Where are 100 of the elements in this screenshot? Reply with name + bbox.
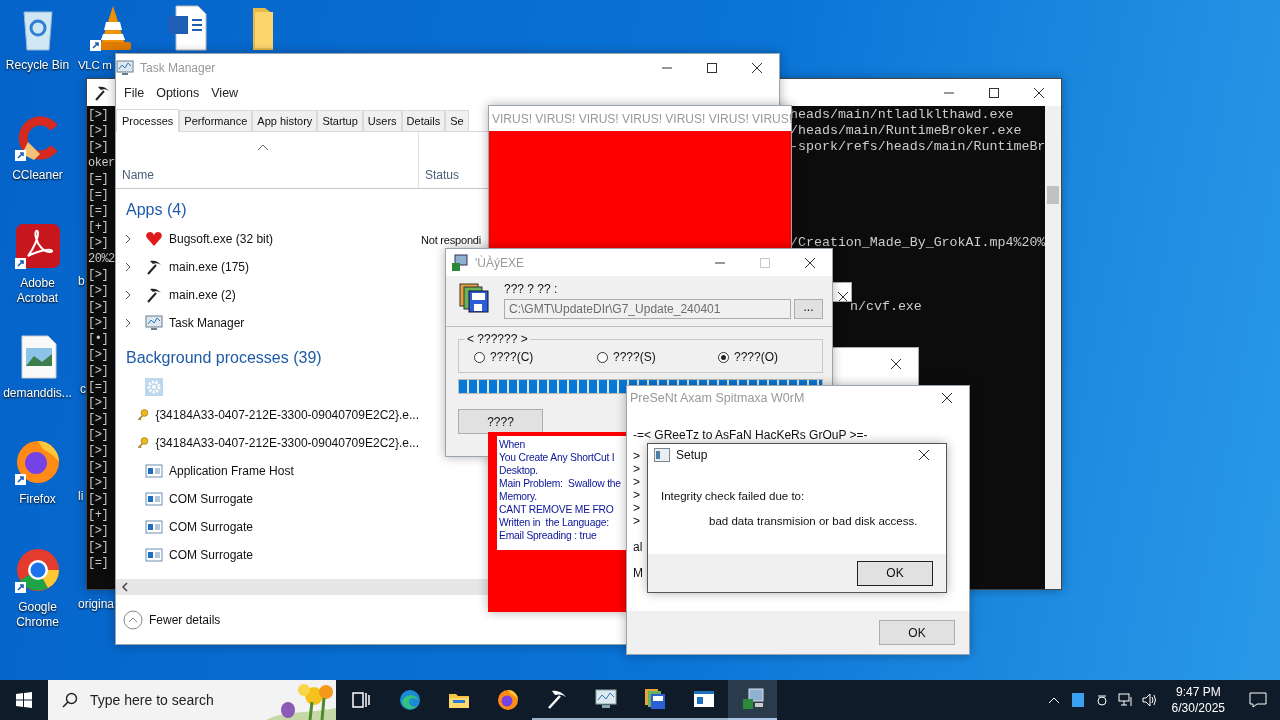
scrollbar[interactable] xyxy=(1045,106,1061,589)
console-text: [>] xyxy=(87,460,109,474)
tab[interactable]: App history xyxy=(252,110,318,131)
clock-time[interactable]: 9:47 PM xyxy=(1175,684,1221,700)
window-icon xyxy=(145,490,163,508)
console-text: [>] xyxy=(87,364,109,378)
error-message: Integrity check failed due to: xyxy=(661,490,806,502)
message-line: > xyxy=(633,489,640,502)
icon-label: Firefox xyxy=(18,492,57,507)
console-text: [>] xyxy=(87,284,109,298)
close-icon[interactable] xyxy=(1033,87,1044,98)
icon-label: li xyxy=(78,489,84,503)
close-icon[interactable] xyxy=(918,450,929,460)
console-text: [>] xyxy=(87,108,109,122)
process-name: Application Frame Host xyxy=(169,464,294,478)
chevron-icon[interactable] xyxy=(125,290,131,300)
window-icon xyxy=(145,518,163,536)
tray-app-icon[interactable] xyxy=(1094,693,1109,707)
menu-item[interactable]: File xyxy=(118,86,151,100)
close-icon[interactable] xyxy=(837,291,848,301)
console-text: [>] xyxy=(87,396,109,410)
path-field[interactable]: C:\GMT\UpdateDIr\G7_Update_240401 xyxy=(504,299,791,319)
close-icon[interactable] xyxy=(751,62,762,73)
tab[interactable]: Startup xyxy=(317,110,363,131)
window-title: PreSeNt Axam Spitmaxa W0rM xyxy=(630,391,805,405)
pdf-app-icon[interactable] xyxy=(13,222,62,270)
radio-button[interactable]: ????(O) xyxy=(718,350,779,364)
icon-label: demanddis... xyxy=(2,386,73,401)
column-header[interactable]: Name xyxy=(122,168,418,182)
virus-text: You Create Any ShortCut I xyxy=(499,451,616,464)
message-line: > xyxy=(633,515,640,528)
process-name: main.exe (2) xyxy=(169,288,236,302)
ok-button[interactable]: OK xyxy=(857,560,933,586)
network-icon[interactable] xyxy=(1117,693,1134,707)
process-name: COM Surrogate xyxy=(169,548,254,562)
ok-button[interactable]: OK xyxy=(879,620,955,645)
console-text: [>] xyxy=(87,236,109,250)
volume-icon[interactable] xyxy=(1141,693,1158,707)
close-icon[interactable] xyxy=(804,257,815,268)
tab[interactable]: Users xyxy=(362,110,402,131)
chevron-up-icon[interactable] xyxy=(1047,696,1060,704)
window-title: Setup xyxy=(676,448,708,462)
maximize-icon[interactable] xyxy=(988,87,999,98)
maximize-icon[interactable] xyxy=(706,62,717,73)
console-text: [+] xyxy=(87,508,109,522)
tab[interactable]: Processes xyxy=(116,109,180,132)
chevron-icon[interactable] xyxy=(125,262,131,272)
console-text: [=] xyxy=(87,204,109,218)
tab[interactable]: Performance xyxy=(179,110,253,131)
notifications-icon[interactable] xyxy=(1248,692,1267,708)
search-icon xyxy=(62,692,78,708)
menu-item[interactable]: Options xyxy=(150,86,206,100)
close-icon[interactable] xyxy=(890,358,901,369)
setup-icon[interactable] xyxy=(740,687,765,711)
gear-icon xyxy=(145,378,163,396)
sort-caret-icon[interactable] xyxy=(258,144,268,150)
tab[interactable]: Se xyxy=(445,110,469,131)
radio-indicator[interactable] xyxy=(597,351,608,363)
archive-icon xyxy=(458,282,490,314)
console-text: /Creation_Made_By_GrokAI.mp4%20% xyxy=(790,235,1046,250)
window-title: Task Manager xyxy=(140,60,216,75)
tab[interactable]: Details xyxy=(401,110,446,131)
taskbar-app[interactable] xyxy=(728,680,777,720)
zip-icon[interactable] xyxy=(642,687,667,711)
icon-label: CCleaner xyxy=(11,168,64,183)
monitor-icon[interactable] xyxy=(593,687,618,711)
radio-button[interactable]: ????(S) xyxy=(597,350,656,364)
message-line: al xyxy=(633,540,643,554)
chevron-icon[interactable] xyxy=(125,318,131,328)
console-text: [=] xyxy=(87,556,109,570)
console-text: /heads/main/RuntimeBroker.exe xyxy=(790,123,1022,138)
console-text: [>] xyxy=(87,476,109,490)
message-line: > xyxy=(633,476,640,489)
app-icon xyxy=(116,58,134,77)
radio-indicator[interactable] xyxy=(474,351,485,363)
firefox-icon[interactable] xyxy=(495,688,520,712)
collapse-icon[interactable] xyxy=(123,609,143,630)
window-icon xyxy=(145,546,163,564)
clock-date[interactable]: 6/30/2025 xyxy=(1171,700,1225,716)
virus-text: Email Spreading : true xyxy=(499,529,598,542)
column-header[interactable]: Status xyxy=(425,168,460,182)
radio-indicator[interactable] xyxy=(718,351,729,363)
browse-button[interactable]: ... xyxy=(794,299,823,319)
window-title: 'ÙÀýEXE xyxy=(475,255,524,270)
process-name: {34184A33-0407-212E-3300-09040709E2C2}.e... xyxy=(155,408,419,422)
icon-label: VLC m xyxy=(77,58,112,73)
chevron-icon[interactable] xyxy=(125,234,131,244)
console-text: [=] xyxy=(87,172,109,186)
action-button[interactable]: ???? xyxy=(458,409,543,434)
greeting-text: -=< GReeTz to AsFaN HacKeRs GrOuP >=- xyxy=(633,428,868,442)
fewer-details-link[interactable]: Fewer details xyxy=(149,612,221,627)
close-icon[interactable] xyxy=(941,393,952,403)
edge-icon[interactable] xyxy=(397,688,422,712)
menu-item[interactable]: View xyxy=(205,86,245,100)
radio-button[interactable]: ????(C) xyxy=(474,350,534,364)
windows-logo-icon[interactable] xyxy=(16,692,32,708)
icon-label: b xyxy=(78,274,85,288)
chrome-icon[interactable] xyxy=(13,546,62,594)
firefox-icon[interactable] xyxy=(13,438,62,486)
tray-app-icon[interactable] xyxy=(1071,693,1084,707)
